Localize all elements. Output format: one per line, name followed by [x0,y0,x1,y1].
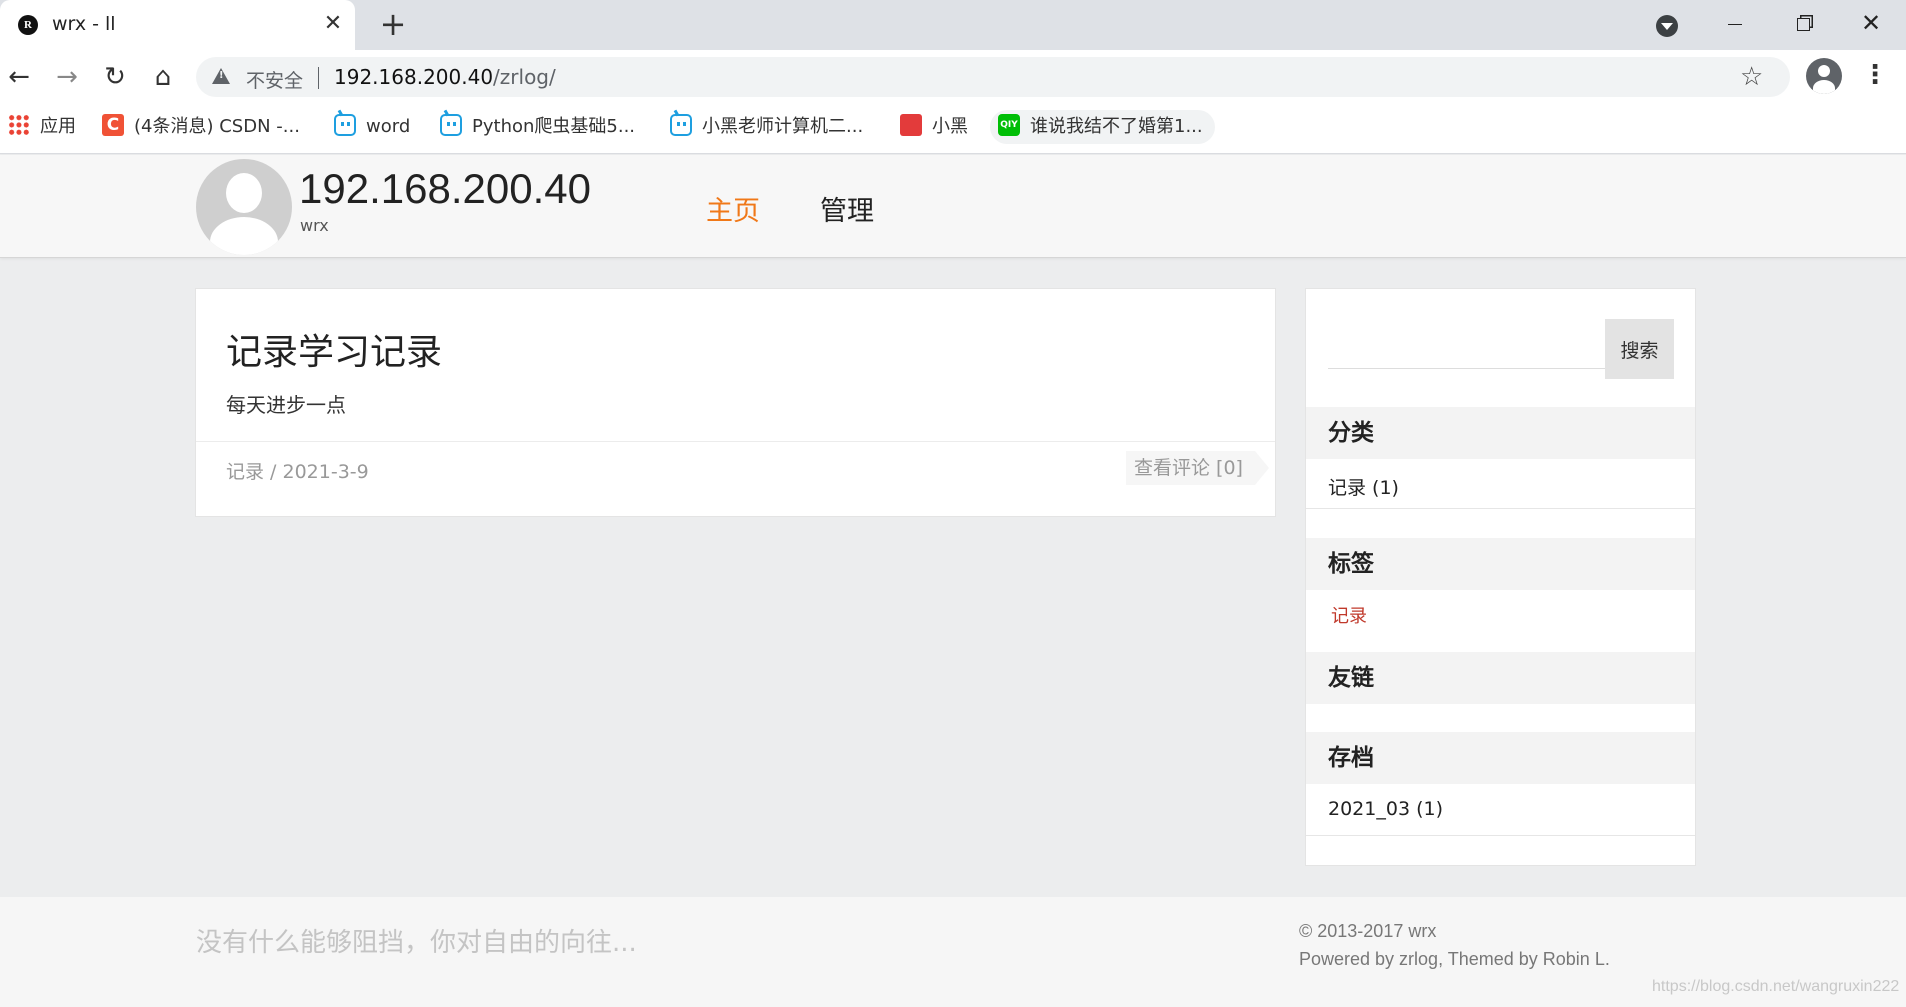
more-menu-icon[interactable]: ⋮ [1862,58,1888,92]
bookmark-label: Python爬虫基础5... [472,116,636,137]
forward-arrow-icon[interactable]: → [50,60,84,94]
bookmark-csdn[interactable]: C (4条消息) CSDN -... [102,110,300,144]
account-icon[interactable] [1806,58,1842,94]
sidebar: 搜索 分类 记录 (1) 标签 记录 友链 存档 2021_03 (1) [1305,288,1696,866]
reload-icon[interactable]: ↻ [98,60,132,94]
bookmark-apps[interactable]: 应用 [8,110,76,144]
back-arrow-icon[interactable]: ← [2,60,36,94]
warning-icon[interactable] [212,68,230,84]
site-subtitle: wrx [300,216,329,235]
post-divider [196,441,1275,442]
apps-grid-icon [8,114,30,136]
url-path: /zrlog/ [493,65,556,89]
category-item[interactable]: 记录 (1) [1328,473,1399,500]
bookmark-word[interactable]: word [334,110,410,144]
site-header: 192.168.200.40 wrx 主页 管理 [0,155,1906,258]
tab-title: wrx - ll [52,13,116,35]
bookmark-python[interactable]: Python爬虫基础5... [440,110,635,144]
links-heading: 友链 [1306,652,1695,704]
close-window-button[interactable]: ✕ [1848,8,1894,38]
widget-divider [1306,835,1695,836]
browser-toolbar: ← → ↻ ⌂ 不安全 192.168.200.40/zrlog/ ☆ ⋮ [0,50,1906,104]
archive-heading: 存档 [1306,732,1695,784]
new-tab-button[interactable]: + [376,8,410,42]
restore-window-button[interactable] [1780,8,1826,38]
categories-heading: 分类 [1306,407,1695,459]
bilibili-icon [334,114,356,136]
address-separator [318,67,319,89]
home-icon[interactable]: ⌂ [146,60,180,94]
post-meta: 记录 / 2021-3-9 [226,461,369,483]
bilibili-icon [440,114,462,136]
site-footer: 没有什么能够阻挡，你对自由的向往... © 2013-2017 wrx Powe… [0,897,1906,1007]
bookmarks-bar: 应用 C (4条消息) CSDN -... word Python爬虫基础5...… [0,104,1906,154]
bookmark-label: 小黑 [932,116,968,137]
bookmark-xiaohei-teacher[interactable]: 小黑老师计算机二... [670,110,863,144]
url-host: 192.168.200.40 [334,65,494,89]
insecure-label[interactable]: 不安全 [246,66,303,93]
site-favicon-icon: R [18,15,38,35]
tab-search-dropdown-icon[interactable] [1656,15,1678,37]
bookmark-red-icon [900,114,922,136]
watermark-text: https://blog.csdn.net/wangruxin222 [1652,978,1900,995]
tag-item[interactable]: 记录 [1331,602,1367,628]
post-title[interactable]: 记录学习记录 [226,323,442,375]
view-comments-link[interactable]: 查看评论 [0] [1126,451,1269,485]
nav-home-link[interactable]: 主页 [706,189,760,228]
csdn-icon: C [102,114,124,136]
browser-title-bar: R wrx - ll ✕ + ✕ [0,0,1906,50]
nav-admin-link[interactable]: 管理 [820,189,874,228]
bilibili-icon [670,114,692,136]
close-tab-icon[interactable]: ✕ [320,11,346,37]
footer-powered-by: Powered by zrlog, Themed by Robin L. [1299,949,1610,969]
bookmark-label: 小黑老师计算机二... [702,116,864,137]
minimize-window-button[interactable] [1712,8,1758,38]
bookmark-label: 谁说我结不了婚第1... [1030,116,1203,137]
bookmark-iqiyi[interactable]: QIY 谁说我结不了婚第1... [990,110,1215,144]
browser-tab[interactable]: R wrx - ll ✕ [0,0,355,50]
footer-motto: 没有什么能够阻挡，你对自由的向往... [196,928,637,958]
bookmark-label: word [366,116,411,137]
post-card: 记录学习记录 每天进步一点 记录 / 2021-3-9 查看评论 [0] [195,288,1276,517]
bookmark-label: (4条消息) CSDN -... [134,116,300,137]
widget-divider [1306,508,1695,509]
address-bar[interactable]: 不安全 192.168.200.40/zrlog/ ☆ [196,57,1790,97]
post-excerpt: 每天进步一点 [226,393,346,417]
site-title[interactable]: 192.168.200.40 [299,165,591,213]
archive-item[interactable]: 2021_03 (1) [1328,798,1443,820]
search-input[interactable] [1328,319,1608,369]
search-button[interactable]: 搜索 [1605,319,1674,379]
footer-copyright: © 2013-2017 wrx [1299,921,1437,941]
bookmark-star-icon[interactable]: ☆ [1740,62,1763,92]
avatar[interactable] [196,159,292,255]
bookmark-label: 应用 [40,116,76,137]
iqiyi-icon: QIY [998,114,1020,136]
bookmark-xiaohei[interactable]: 小黑 [900,110,968,144]
url-text[interactable]: 192.168.200.40/zrlog/ [334,65,556,89]
tags-heading: 标签 [1306,538,1695,590]
